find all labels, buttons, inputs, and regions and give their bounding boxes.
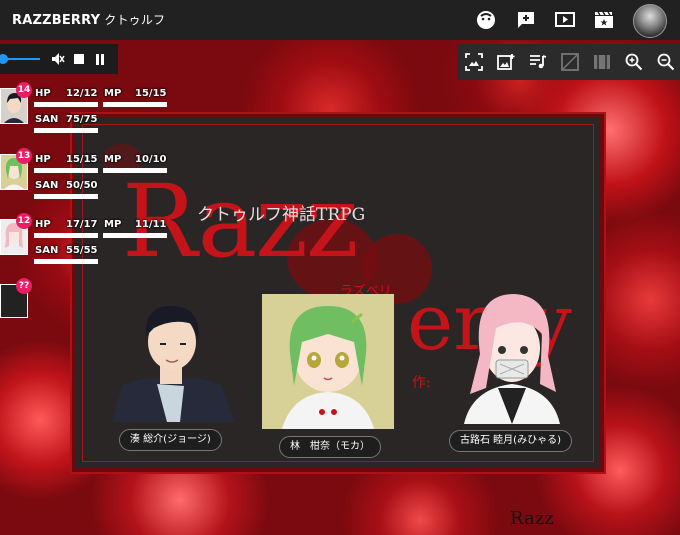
character-portrait-moka[interactable] [262, 294, 394, 433]
playlist-icon[interactable] [527, 51, 549, 73]
initiative-badge: 14 [16, 82, 32, 98]
mp-value: 10/10 [135, 154, 167, 165]
add-chat-icon[interactable] [515, 9, 537, 31]
screenshot-icon[interactable] [463, 51, 485, 73]
initiative-badge: 13 [16, 148, 32, 164]
board-author: 作: [412, 375, 431, 391]
character-portrait-mihyaru[interactable] [452, 284, 572, 428]
hp-bar [34, 168, 98, 173]
zoom-out-icon[interactable] [655, 51, 677, 73]
mp-label: MP [104, 88, 122, 99]
character-entry[interactable]: 14 HP 12/12 MP 15/15 SAN 75/75 [0, 82, 170, 148]
character-nameplate: 湊 総介(ジョージ) [119, 429, 222, 451]
hp-bar [34, 233, 98, 238]
mp-bar [103, 102, 167, 107]
room-title[interactable]: RAZZBERRY クトゥルフ [12, 0, 165, 40]
character-nameplate: 林 柑奈（モカ） [279, 436, 381, 458]
stop-icon[interactable] [71, 51, 87, 67]
background-text: Razz [510, 508, 554, 529]
hp-value: 15/15 [66, 154, 98, 165]
volume-slider-knob[interactable] [0, 54, 8, 64]
san-bar [34, 194, 98, 199]
mp-value: 11/11 [135, 219, 167, 230]
layer-icon[interactable] [559, 51, 581, 73]
mp-bar [103, 233, 167, 238]
san-bar [34, 259, 98, 264]
san-bar [34, 128, 98, 133]
san-value: 50/50 [66, 180, 98, 191]
top-app-bar: RAZZBERRY クトゥルフ [0, 0, 680, 40]
hp-bar [34, 102, 98, 107]
hp-value: 12/12 [66, 88, 98, 99]
san-value: 55/55 [66, 245, 98, 256]
initiative-badge: ?? [16, 278, 32, 294]
hp-label: HP [35, 154, 51, 165]
character-entry[interactable]: 12 HP 17/17 MP 11/11 SAN 55/55 [0, 213, 170, 279]
hp-label: HP [35, 88, 51, 99]
mp-label: MP [104, 154, 122, 165]
board-toolbar [457, 44, 680, 80]
san-label: SAN [35, 180, 59, 191]
character-entry[interactable]: 13 HP 15/15 MP 10/10 SAN 50/50 [0, 148, 170, 214]
audio-controls [0, 44, 118, 74]
mp-label: MP [104, 219, 122, 230]
user-avatar[interactable] [633, 4, 667, 38]
film-icon[interactable] [591, 51, 613, 73]
brand-name: RAZZBERRY [12, 13, 101, 28]
hp-label: HP [35, 219, 51, 230]
initiative-badge: 12 [16, 213, 32, 229]
zoom-in-icon[interactable] [623, 51, 645, 73]
mute-icon[interactable] [50, 51, 66, 67]
clapperboard-icon[interactable] [593, 9, 615, 31]
video-icon[interactable] [554, 9, 576, 31]
character-portrait-george[interactable] [102, 294, 242, 426]
room-name: クトゥルフ [104, 13, 166, 27]
san-value: 75/75 [66, 114, 98, 125]
san-label: SAN [35, 245, 59, 256]
board-subtitle: クトゥルフ神話TRPG [197, 205, 366, 225]
hp-value: 17/17 [66, 219, 98, 230]
add-image-icon[interactable] [495, 51, 517, 73]
character-nameplate: 古路石 睦月(みひゃる) [449, 430, 572, 452]
pause-icon[interactable] [92, 51, 108, 67]
mp-value: 15/15 [135, 88, 167, 99]
face-icon[interactable] [475, 9, 497, 31]
san-label: SAN [35, 114, 59, 125]
mp-bar [103, 168, 167, 173]
